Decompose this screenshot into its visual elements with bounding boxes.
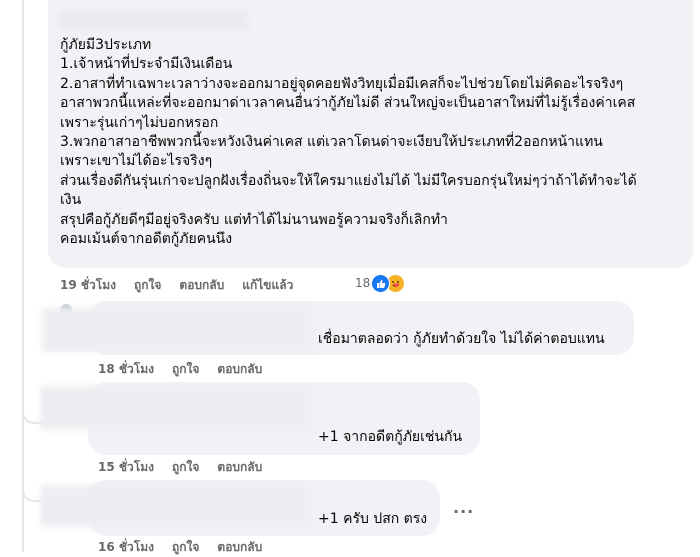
thumbs-up-icon[interactable]	[371, 274, 390, 293]
timestamp[interactable]: 18 ชั่วโมง	[98, 362, 154, 376]
comment-line: ส่วนเรื่องดีกันรุ่นเก่าจะปลูกฝังเรื่องถิ…	[60, 172, 637, 189]
comment-line: คอมเม้นต์จากอดีตกู้ภัยคนนึง	[60, 231, 233, 248]
reply-button[interactable]: ตอบกลับ	[217, 362, 262, 376]
timestamp[interactable]: 15 ชั่วโมง	[98, 460, 154, 474]
reply-text: +1 จากอดีตกู้ภัยเช่นกัน	[318, 429, 463, 445]
reply-actions: 15 ชั่วโมง ถูกใจ ตอบกลับ	[98, 458, 280, 477]
thread-line	[22, 0, 24, 552]
more-dots-icon[interactable]: ...	[453, 498, 474, 517]
like-button[interactable]: ถูกใจ	[172, 362, 199, 376]
reply-text: +1 ครับ ปสก ตรง	[318, 511, 428, 527]
main-comment-text: กู้ภัยมี3ประเภท 1.เจ้าหน้าที่ประจำมีเงิน…	[60, 36, 685, 249]
comment-line: เพราะรุ่นเก่าๆไม่บอกหรอก	[60, 114, 219, 131]
reply-actions: 18 ชั่วโมง ถูกใจ ตอบกลับ	[98, 360, 280, 379]
reply-button[interactable]: ตอบกลับ	[179, 278, 224, 292]
timestamp[interactable]: 19 ชั่วโมง	[60, 278, 116, 292]
comment-line: สรุปคือกู้ภัยดีๆมีอยู่จริงครับ แต่ทำได้ไ…	[60, 211, 448, 228]
comment-line: 1.เจ้าหน้าที่ประจำมีเงินเดือน	[60, 56, 233, 73]
reply-actions: 16 ชั่วโมง ถูกใจ ตอบกลับ	[98, 538, 280, 557]
like-button[interactable]: ถูกใจ	[172, 460, 199, 474]
reply-button[interactable]: ตอบกลับ	[217, 460, 262, 474]
comment-line: กู้ภัยมี3ประเภท	[60, 37, 152, 53]
comment-line: เงิน	[60, 192, 82, 209]
reaction-count[interactable]: 18	[355, 276, 370, 290]
reply-text: เชื่อมาตลอดว่า กู้ภัยทำด้วยใจ ไม่ได้ค่าต…	[318, 331, 605, 347]
comment-line: 2.อาสาที่ทำเฉพาะเวลาว่างจะออกมาอยู่จุดคอ…	[60, 75, 624, 92]
comment-line: อาสาพวกนี้แหล่ะที่จะออกมาด่าเวลาคนอื่นว่…	[60, 95, 636, 112]
commenter-name-redacted[interactable]	[42, 308, 312, 352]
edited-label[interactable]: แก้ไขแล้ว	[242, 278, 293, 292]
commenter-name-redacted[interactable]	[40, 386, 310, 430]
like-button[interactable]: ถูกใจ	[134, 278, 161, 292]
commenter-name-redacted[interactable]	[58, 10, 248, 30]
commenter-name-redacted[interactable]	[40, 485, 310, 527]
comment-line: เพราะเขาไม่ได้อะไรจริงๆ	[60, 153, 213, 170]
main-comment-actions: 19 ชั่วโมง ถูกใจ ตอบกลับ แก้ไขแล้ว	[60, 276, 311, 295]
comment-line: 3.พวกอาสาอาชีพพวกนี้จะหวังเงินค่าเคส แต่…	[60, 134, 603, 151]
